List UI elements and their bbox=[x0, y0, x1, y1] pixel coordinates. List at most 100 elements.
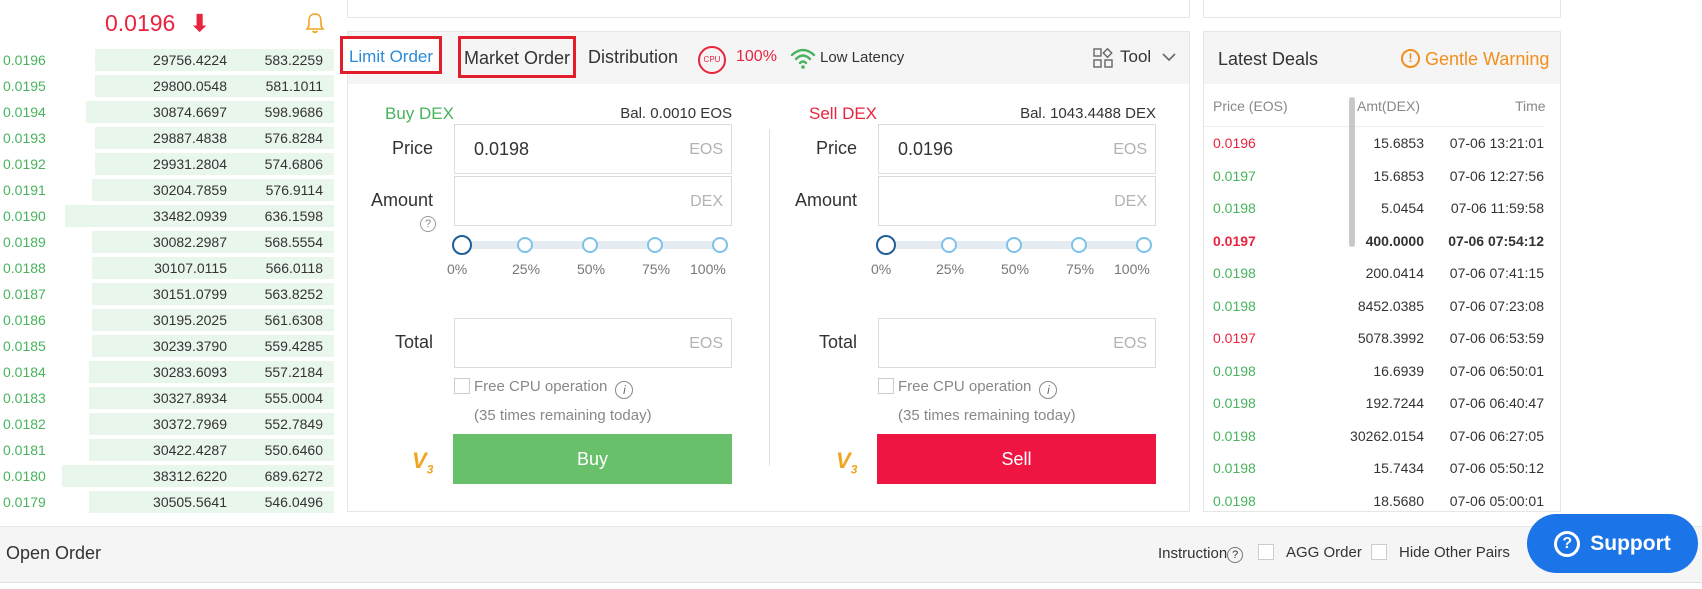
deal-time: 07-06 05:50:12 bbox=[1449, 460, 1544, 476]
pct-label[interactable]: 75% bbox=[1066, 261, 1094, 277]
buy-remaining: (35 times remaining today) bbox=[474, 407, 652, 424]
sell-free-cpu: Free CPU operation i bbox=[878, 378, 1058, 399]
side-divider bbox=[769, 129, 770, 466]
deal-amount: 400.0000 bbox=[1365, 232, 1424, 249]
last-price: 0.0196 bbox=[105, 10, 176, 36]
deal-row: 0.0196 15.6853 07-06 13:21:01 bbox=[1204, 127, 1544, 160]
buy-button[interactable]: Buy bbox=[453, 434, 732, 484]
order-book-row[interactable]: 0.0193 29887.4838 576.8284 bbox=[0, 125, 334, 151]
ob-total: 563.8252 bbox=[264, 286, 323, 302]
order-book-rows: 0.0196 29756.4224 583.2259 0.0195 29800.0548… bbox=[0, 47, 334, 515]
slider-knob-50[interactable] bbox=[1006, 237, 1022, 253]
info-icon[interactable]: i bbox=[1039, 381, 1058, 399]
pct-label[interactable]: 0% bbox=[871, 261, 891, 277]
ob-total: 576.8284 bbox=[264, 130, 323, 146]
order-book-row[interactable]: 0.0191 30204.7859 576.9114 bbox=[0, 177, 334, 203]
slider-knob-25[interactable] bbox=[941, 237, 957, 253]
order-book-row[interactable]: 0.0184 30283.6093 557.2184 bbox=[0, 359, 334, 385]
ob-total: 689.6272 bbox=[264, 468, 323, 484]
question-icon[interactable]: ? bbox=[1227, 547, 1244, 563]
free-cpu-checkbox[interactable] bbox=[454, 378, 470, 394]
order-book-row[interactable]: 0.0180 38312.6220 689.6272 bbox=[0, 463, 334, 489]
order-book-row[interactable]: 0.0194 30874.6697 598.9686 bbox=[0, 99, 334, 125]
pct-label[interactable]: 50% bbox=[577, 261, 605, 277]
warning-icon[interactable]: ! bbox=[1401, 49, 1420, 68]
order-book-row[interactable]: 0.0183 30327.8934 555.0004 bbox=[0, 385, 334, 411]
pct-label[interactable]: 50% bbox=[1001, 261, 1029, 277]
slider-knob-25[interactable] bbox=[517, 237, 533, 253]
sell-price-input[interactable]: 0.0196 EOS bbox=[878, 124, 1156, 174]
order-book-row[interactable]: 0.0188 30107.0115 566.0118 bbox=[0, 255, 334, 281]
pct-label[interactable]: 0% bbox=[447, 261, 467, 277]
slider-knob-0[interactable] bbox=[876, 235, 896, 255]
question-icon[interactable]: ? bbox=[420, 216, 436, 232]
slider-knob-50[interactable] bbox=[582, 237, 598, 253]
order-book-row[interactable]: 0.0189 30082.2987 568.5554 bbox=[0, 229, 334, 255]
buy-amount-slider[interactable] bbox=[452, 235, 728, 255]
sell-title: Sell DEX bbox=[809, 104, 878, 123]
pct-label[interactable]: 25% bbox=[512, 261, 540, 277]
latest-deals-title: Latest Deals bbox=[1218, 49, 1319, 69]
ob-amount: 30195.2025 bbox=[153, 312, 227, 328]
deal-price: 0.0198 bbox=[1213, 265, 1256, 281]
buy-total-input[interactable]: EOS bbox=[454, 318, 732, 368]
buy-amount-input[interactable]: DEX bbox=[454, 176, 732, 226]
deal-time: 07-06 06:53:59 bbox=[1449, 330, 1544, 346]
sell-amount-input[interactable]: DEX bbox=[878, 176, 1156, 226]
pct-label[interactable]: 100% bbox=[1114, 261, 1150, 277]
pct-label[interactable]: 100% bbox=[690, 261, 726, 277]
order-book-row[interactable]: 0.0182 30372.7969 552.7849 bbox=[0, 411, 334, 437]
ob-amount: 30505.5641 bbox=[153, 494, 227, 510]
ob-amount: 38312.6220 bbox=[153, 468, 227, 484]
tab-distribution[interactable]: Distribution bbox=[588, 36, 678, 78]
chevron-down-icon[interactable] bbox=[1162, 52, 1176, 62]
ob-total: 559.4285 bbox=[264, 338, 323, 354]
tool-grid-icon[interactable] bbox=[1093, 48, 1113, 68]
info-icon[interactable]: i bbox=[615, 381, 634, 399]
sell-button[interactable]: Sell bbox=[877, 434, 1156, 484]
deal-row: 0.0198 30262.0154 07-06 06:27:05 bbox=[1204, 420, 1544, 453]
agg-order-option[interactable]: AGG Order bbox=[1258, 544, 1362, 561]
deal-time: 07-06 06:27:05 bbox=[1449, 427, 1544, 444]
order-book-row[interactable]: 0.0187 30151.0799 563.8252 bbox=[0, 281, 334, 307]
order-book-row[interactable]: 0.0181 30422.4287 550.6460 bbox=[0, 437, 334, 463]
sell-amount-unit: DEX bbox=[1114, 193, 1147, 210]
deal-row: 0.0198 5.0454 07-06 11:59:58 bbox=[1204, 192, 1544, 225]
latency-status: Low Latency bbox=[820, 49, 905, 66]
latest-deals-panel: Latest Deals ! Gentle Warning Price (EOS… bbox=[1203, 31, 1561, 512]
deals-scrollbar[interactable] bbox=[1349, 97, 1355, 247]
bell-icon[interactable] bbox=[305, 12, 325, 34]
cpu-percent: 100% bbox=[736, 48, 777, 65]
order-book-row[interactable]: 0.0195 29800.0548 581.1011 bbox=[0, 73, 334, 99]
instruction-link[interactable]: Instruction? bbox=[1158, 545, 1244, 563]
gentle-warning-link[interactable]: Gentle Warning bbox=[1425, 49, 1549, 70]
free-cpu-checkbox[interactable] bbox=[878, 378, 894, 394]
ob-price: 0.0195 bbox=[3, 78, 46, 94]
ob-total: 576.9114 bbox=[265, 182, 323, 198]
tab-market-order[interactable]: Market Order bbox=[458, 36, 576, 78]
slider-knob-0[interactable] bbox=[452, 235, 472, 255]
pct-label[interactable]: 25% bbox=[936, 261, 964, 277]
order-book-row[interactable]: 0.0192 29931.2804 574.6806 bbox=[0, 151, 334, 177]
buy-price-input[interactable]: 0.0198 EOS bbox=[454, 124, 732, 174]
slider-knob-75[interactable] bbox=[1071, 237, 1087, 253]
tool-menu-label[interactable]: Tool bbox=[1120, 47, 1151, 67]
ob-amount: 29800.0548 bbox=[153, 78, 227, 94]
pct-label[interactable]: 75% bbox=[642, 261, 670, 277]
sell-total-input[interactable]: EOS bbox=[878, 318, 1156, 368]
agg-order-checkbox[interactable] bbox=[1258, 544, 1274, 560]
order-book-row[interactable]: 0.0186 30195.2025 561.6308 bbox=[0, 307, 334, 333]
slider-knob-100[interactable] bbox=[712, 237, 728, 253]
hide-other-pairs-option[interactable]: Hide Other Pairs bbox=[1371, 544, 1510, 561]
slider-knob-75[interactable] bbox=[647, 237, 663, 253]
order-book-row[interactable]: 0.0196 29756.4224 583.2259 bbox=[0, 47, 334, 73]
slider-knob-100[interactable] bbox=[1136, 237, 1152, 253]
sell-amount-slider[interactable] bbox=[876, 235, 1152, 255]
col-time: Time bbox=[1515, 98, 1546, 114]
support-button[interactable]: ? Support bbox=[1527, 514, 1698, 573]
hide-other-pairs-checkbox[interactable] bbox=[1371, 544, 1387, 560]
order-book-row[interactable]: 0.0185 30239.3790 559.4285 bbox=[0, 333, 334, 359]
order-book-row[interactable]: 0.0190 33482.0939 636.1598 bbox=[0, 203, 334, 229]
order-book-row[interactable]: 0.0179 30505.5641 546.0496 bbox=[0, 489, 334, 515]
tab-limit-order[interactable]: Limit Order bbox=[340, 36, 442, 74]
